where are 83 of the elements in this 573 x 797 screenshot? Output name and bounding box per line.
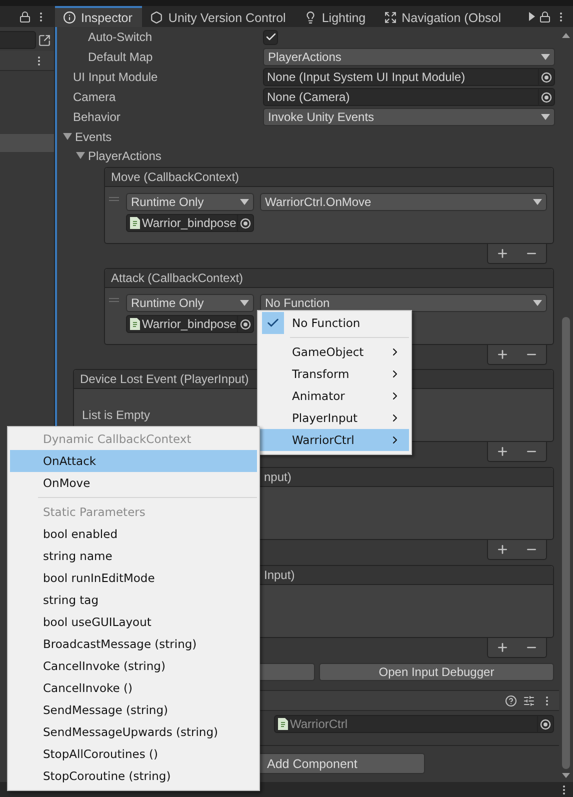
add-icon[interactable]	[496, 247, 509, 260]
tab[interactable]: Inspector	[55, 6, 142, 27]
menu-item[interactable]: string tag	[10, 589, 257, 611]
foldout-icon[interactable]	[76, 151, 85, 160]
dropdown[interactable]: WarriorCtrl.OnMove	[260, 193, 547, 211]
menu-item[interactable]: BroadcastMessage (string)	[10, 633, 257, 655]
scroll-up-icon[interactable]	[562, 33, 570, 38]
popout-icon[interactable]	[38, 34, 51, 46]
property-label: UI Input Module	[73, 70, 159, 84]
checkbox[interactable]	[263, 30, 278, 44]
target-icon[interactable]	[240, 318, 251, 330]
dropdown[interactable]: PlayerActions	[263, 48, 555, 66]
drag-handle-icon[interactable]	[109, 197, 119, 202]
object-field[interactable]: None (Camera)	[263, 88, 555, 106]
expand-icon	[384, 11, 397, 24]
menu-item[interactable]: WarriorCtrl	[260, 429, 409, 451]
settings-icon[interactable]	[523, 694, 535, 706]
menu-item[interactable]: SendMessage (string)	[10, 699, 257, 721]
dropdown[interactable]: No Function	[260, 294, 547, 312]
menu-item[interactable]: PlayerInput	[260, 407, 409, 429]
hexagon-icon	[150, 11, 164, 24]
event-title: Move (CallbackContext)	[111, 170, 240, 184]
caret-icon	[541, 54, 550, 60]
menu-item[interactable]: string name	[10, 545, 257, 567]
help-icon[interactable]	[505, 694, 517, 706]
target-icon[interactable]	[240, 218, 251, 228]
foldout-label[interactable]: Events	[75, 130, 112, 144]
menu-item[interactable]: GameObject	[260, 341, 409, 363]
drag-handle-icon[interactable]	[109, 298, 119, 303]
info-icon	[63, 11, 76, 24]
event-title: Input)	[264, 568, 295, 582]
script-file-icon	[278, 718, 288, 730]
event-title: Attack (CallbackContext)	[111, 271, 244, 285]
menu-item[interactable]: CancelInvoke (string)	[10, 655, 257, 677]
foldout-label[interactable]: PlayerActions	[88, 148, 162, 162]
dropdown[interactable]: Runtime Only	[126, 294, 254, 312]
menu-item[interactable]: Transform	[260, 363, 409, 385]
script-field: WarriorCtrl	[274, 715, 554, 733]
object-field[interactable]: Warrior_bindpose	[126, 214, 254, 232]
dropdown[interactable]: Runtime Only	[126, 193, 254, 211]
menu-item[interactable]: bool runInEditMode	[10, 567, 257, 589]
menu-heading: Static Parameters	[42, 504, 146, 521]
lock-icon[interactable]	[539, 10, 551, 22]
target-icon[interactable]	[541, 72, 552, 82]
event-title: Device Lost Event (PlayerInput)	[80, 372, 249, 386]
scrollbar-thumb[interactable]	[562, 317, 570, 769]
object-field[interactable]: None (Input System UI Input Module)	[263, 68, 555, 86]
caret-icon	[533, 199, 542, 205]
script-file-icon	[130, 217, 140, 229]
lock-icon[interactable]	[19, 10, 31, 22]
caret-icon	[240, 300, 249, 306]
script-file-icon	[130, 318, 140, 330]
menu-item[interactable]: SendMessageUpwards (string)	[10, 721, 257, 743]
object-field[interactable]: Warrior_bindpose	[126, 315, 254, 333]
menu-item[interactable]: bool useGUILayout	[10, 611, 257, 633]
menu-item[interactable]: OnAttack	[10, 450, 257, 472]
caret-icon	[240, 199, 249, 205]
caret-icon	[541, 114, 550, 120]
menu-item[interactable]: bool enabled	[10, 523, 257, 545]
add-icon[interactable]	[496, 641, 509, 654]
menu-item[interactable]: OnMove	[10, 472, 257, 494]
menu-item[interactable]: No Function	[260, 312, 409, 334]
property-label: Auto-Switch	[88, 30, 154, 44]
foldout-icon[interactable]	[63, 132, 72, 141]
event-title: nput)	[264, 470, 292, 484]
menu-item[interactable]: Animator	[260, 385, 409, 407]
debugger-button[interactable]: Open Input Debugger	[319, 663, 554, 681]
property-label: Camera	[73, 90, 117, 104]
add-icon[interactable]	[496, 543, 509, 556]
scroll-down-icon[interactable]	[562, 773, 570, 778]
empty-list-text: List is Empty	[82, 408, 150, 422]
play-icon[interactable]	[529, 12, 535, 21]
lightbulb-icon	[304, 11, 317, 24]
property-label: Default Map	[88, 50, 154, 64]
target-icon[interactable]	[541, 92, 552, 102]
add-icon[interactable]	[496, 348, 509, 361]
dropdown[interactable]: Invoke Unity Events	[263, 108, 555, 126]
menu-item[interactable]: CancelInvoke ()	[10, 677, 257, 699]
target-icon[interactable]	[540, 718, 551, 730]
menu-heading: Dynamic CallbackContext	[42, 431, 192, 448]
caret-icon	[533, 300, 542, 306]
add-icon[interactable]	[496, 445, 509, 458]
property-label: Behavior	[73, 110, 122, 124]
